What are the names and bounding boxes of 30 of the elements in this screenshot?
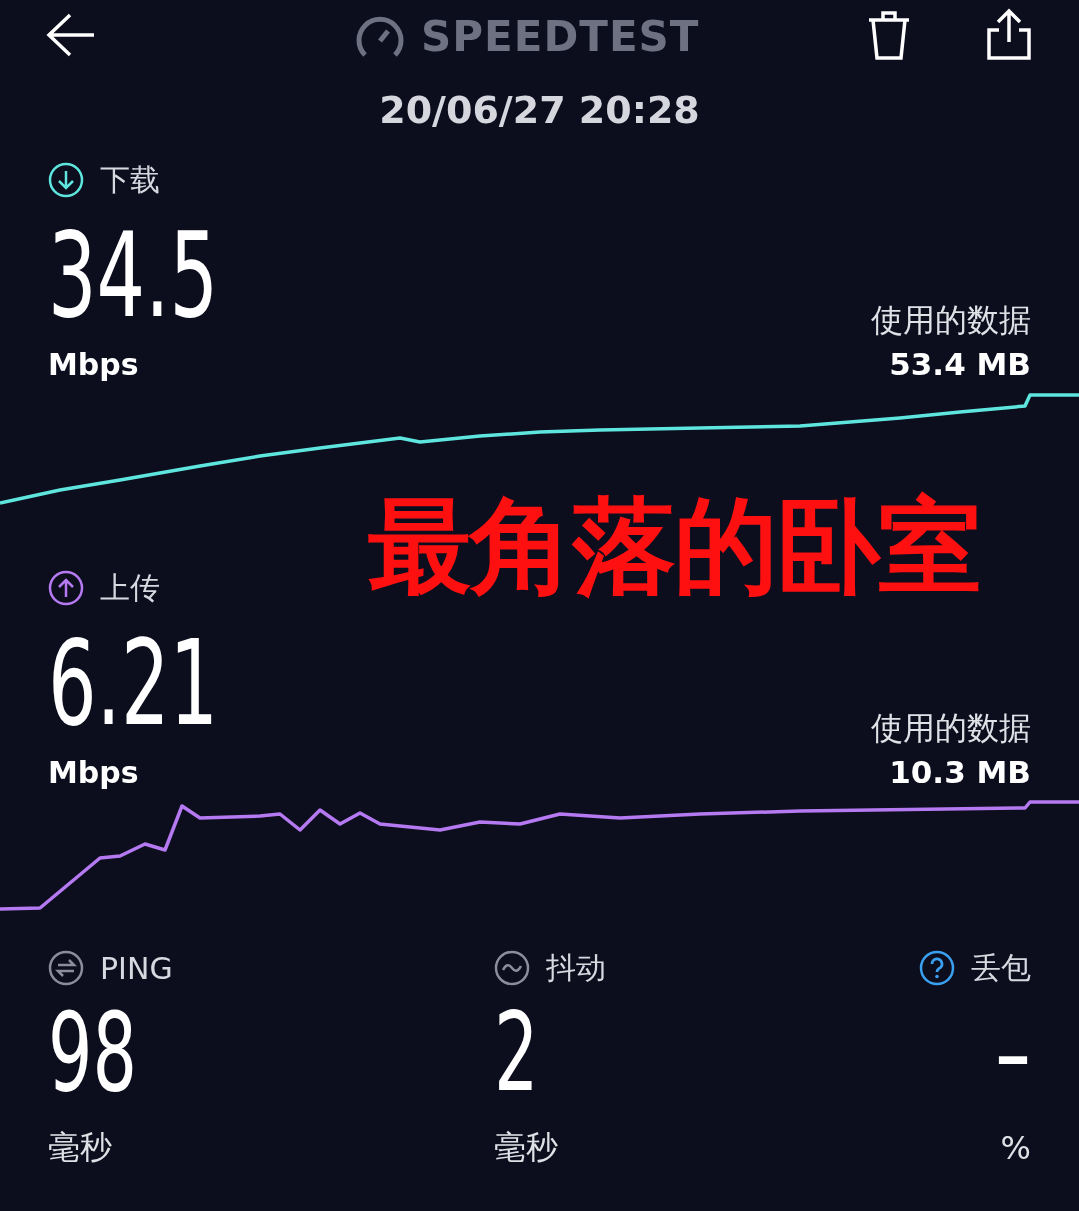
stat-unit: % xyxy=(1000,1129,1031,1167)
speed-unit: Mbps xyxy=(48,346,139,382)
stat-label: PING xyxy=(100,950,173,986)
data-used-label: 使用的数据 xyxy=(871,300,1031,341)
stat-label: 丢包 xyxy=(971,948,1031,987)
gauge-icon xyxy=(355,14,405,59)
speed-label: 上传 xyxy=(100,568,160,607)
help-icon[interactable] xyxy=(919,950,955,986)
test-date: 20/06/27 20:28 xyxy=(379,88,700,132)
stat-value: 2 xyxy=(494,999,539,1107)
speed-unit: Mbps xyxy=(48,754,139,790)
stat-unit: 毫秒 xyxy=(48,1127,112,1168)
upload-icon xyxy=(48,570,84,606)
stat-value: – xyxy=(996,999,1031,1107)
speed-value: 6.21 xyxy=(48,624,219,742)
data-used-value: 53.4 MB xyxy=(889,345,1031,384)
back-icon[interactable] xyxy=(46,13,96,57)
ping-icon xyxy=(48,950,84,986)
app-title: SPEEDTEST xyxy=(421,12,700,61)
download-icon xyxy=(48,162,84,198)
data-used-label: 使用的数据 xyxy=(871,708,1031,749)
speed-label: 下载 xyxy=(100,160,160,199)
stat-unit: 毫秒 xyxy=(494,1127,558,1168)
speed-value: 34.5 xyxy=(48,216,219,334)
data-used-value: 10.3 MB xyxy=(889,753,1031,792)
stat-label: 抖动 xyxy=(546,948,606,987)
annotation-text: 最角落的卧室 xyxy=(368,484,980,609)
share-icon[interactable] xyxy=(985,8,1033,62)
stat-value: 98 xyxy=(48,999,137,1107)
wave-icon xyxy=(494,950,530,986)
